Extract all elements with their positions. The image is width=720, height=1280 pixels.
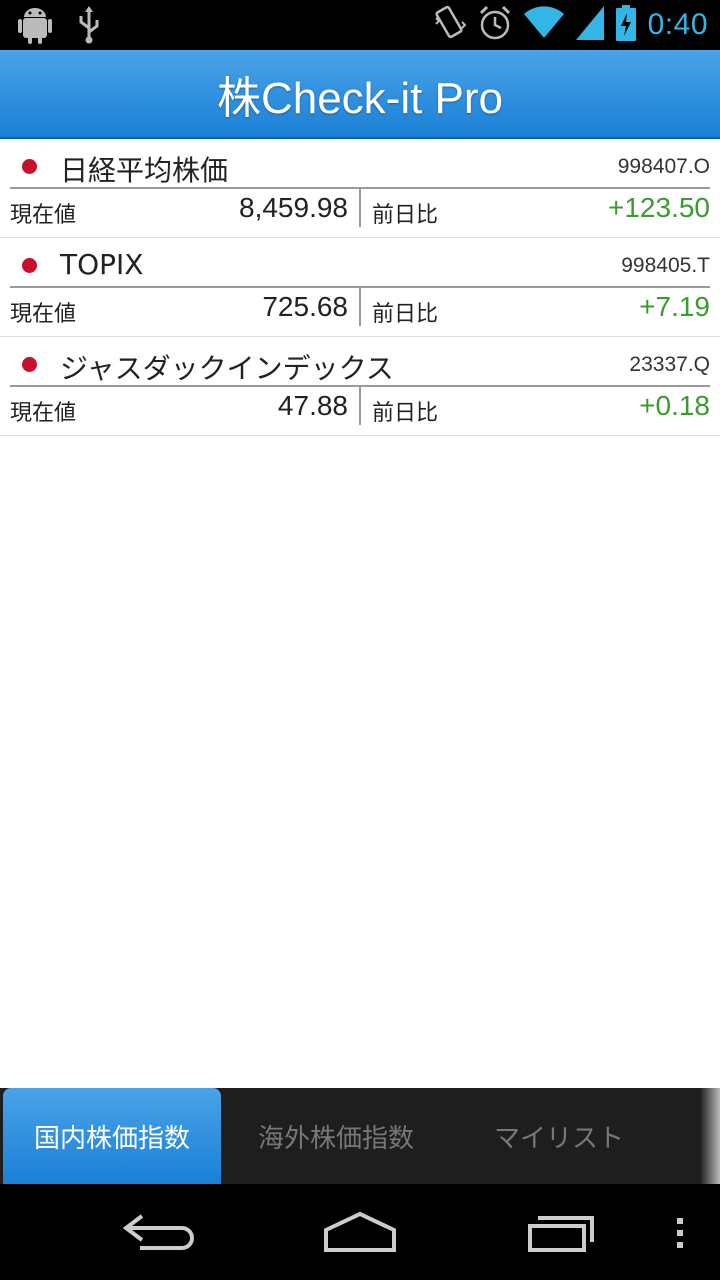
index-name: TOPIX (60, 248, 144, 281)
current-value-label: 現在値 (10, 302, 77, 327)
list-item-values: 現在値 47.88 前日比 +0.18 (0, 387, 720, 427)
change-label: 前日比 (372, 203, 439, 228)
japan-flag-icon (22, 357, 37, 372)
app-title: 株Check-it Pro (216, 73, 504, 123)
index-code: 998407.O (617, 155, 710, 178)
list-item-values: 現在値 725.68 前日比 +7.19 (0, 288, 720, 328)
index-code: 998405.T (621, 254, 710, 277)
list-item[interactable]: ジャスダックインデックス 23337.Q 現在値 47.88 前日比 +0.18 (0, 337, 720, 436)
alarm-icon (478, 4, 512, 46)
index-list: 日経平均株価 998407.O 現在値 8,459.98 前日比 +123.50… (0, 139, 720, 436)
list-item[interactable]: 日経平均株価 998407.O 現在値 8,459.98 前日比 +123.50 (0, 139, 720, 238)
signal-icon (575, 6, 604, 44)
home-icon[interactable] (320, 1208, 400, 1260)
screen: 0:40 株Check-it Pro 日経平均株価 998407.O 現在値 8… (0, 0, 720, 1280)
index-name: 日経平均株価 (60, 154, 229, 187)
current-value-label: 現在値 (10, 401, 77, 426)
value-divider (359, 387, 361, 425)
menu-icon[interactable] (672, 1208, 688, 1260)
change-value: +7.19 (639, 291, 710, 322)
current-value: 8,459.98 (239, 192, 348, 223)
japan-flag-icon (22, 258, 37, 273)
back-icon[interactable] (120, 1208, 200, 1260)
value-divider (359, 189, 361, 227)
current-value: 47.88 (277, 390, 348, 421)
index-name: ジャスダックインデックス (60, 352, 394, 385)
usb-icon (78, 6, 100, 48)
status-time: 0:40 (647, 8, 708, 41)
change-value: +0.18 (639, 390, 710, 421)
current-value-label: 現在値 (10, 203, 77, 228)
bottom-tab-bar: 国内株価指数 海外株価指数 マイリスト (0, 1088, 720, 1184)
battery-charging-icon (615, 5, 636, 45)
status-bar: 0:40 (0, 0, 720, 50)
list-item-header: ジャスダックインデックス 23337.Q (10, 345, 710, 387)
tab-overseas-indices[interactable]: 海外株価指数 (225, 1088, 447, 1184)
list-item[interactable]: TOPIX 998405.T 現在値 725.68 前日比 +7.19 (0, 238, 720, 337)
recent-apps-icon[interactable] (522, 1208, 602, 1260)
list-item-header: TOPIX 998405.T (10, 246, 710, 288)
value-divider (359, 288, 361, 326)
index-code: 23337.Q (629, 353, 710, 376)
tab-label: 国内株価指数 (33, 1123, 190, 1154)
japan-flag-icon (22, 159, 37, 174)
change-label: 前日比 (372, 401, 439, 426)
navigation-bar (0, 1184, 720, 1280)
current-value: 725.68 (262, 291, 348, 322)
list-item-header: 日経平均株価 998407.O (10, 147, 710, 189)
action-bar: 株Check-it Pro (0, 50, 720, 139)
android-debug-icon (18, 6, 52, 48)
tab-my-list[interactable]: マイリスト (448, 1088, 670, 1184)
tab-label: 海外株価指数 (257, 1123, 414, 1154)
tab-domestic-indices[interactable]: 国内株価指数 (3, 1088, 221, 1184)
tab-scroll-edge (700, 1088, 720, 1184)
tab-label: マイリスト (493, 1123, 624, 1154)
vibrate-icon (434, 4, 467, 46)
list-item-values: 現在値 8,459.98 前日比 +123.50 (0, 189, 720, 229)
change-value: +123.50 (608, 192, 710, 223)
change-label: 前日比 (372, 302, 439, 327)
wifi-icon (523, 6, 564, 44)
